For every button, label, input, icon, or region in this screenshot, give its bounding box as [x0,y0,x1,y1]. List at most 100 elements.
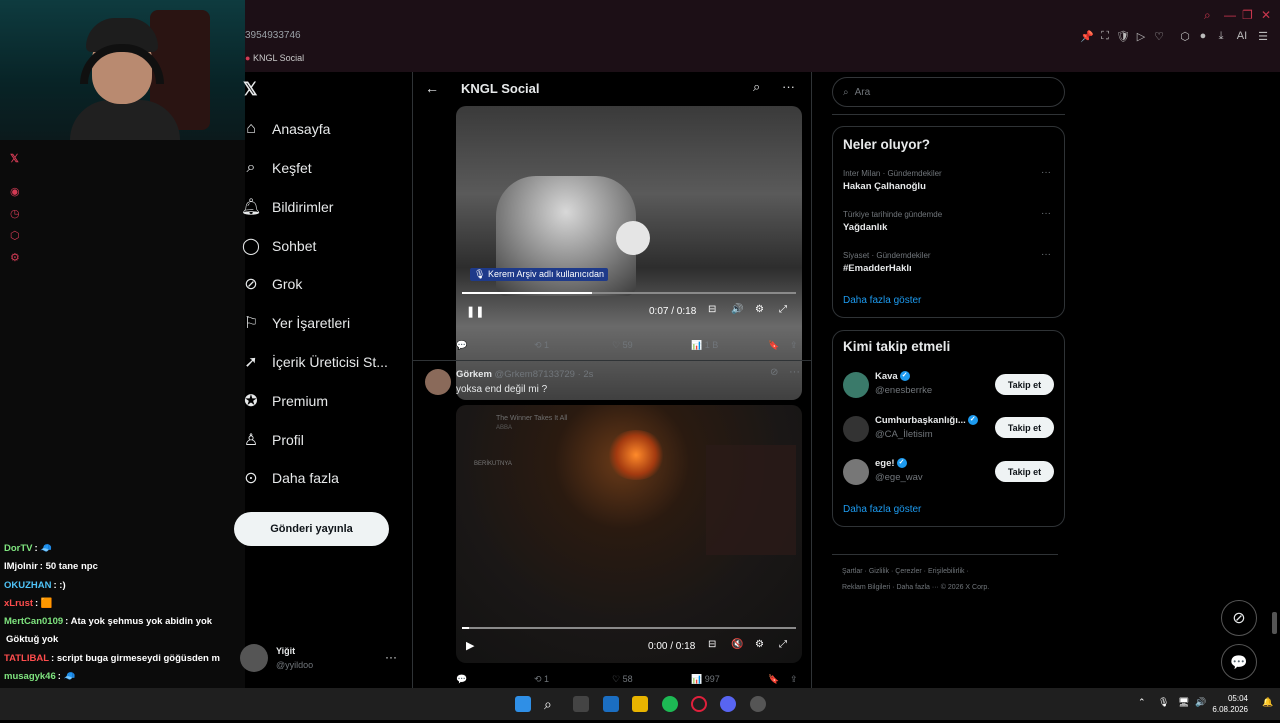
nav-item[interactable]: ⊙ Daha fazla [240,460,410,496]
more-icon[interactable]: ··· [385,650,397,664]
clock[interactable]: 05:04 6.08.2026 [1212,693,1248,715]
post[interactable]: Görkem @Grkem87133729 · 2s yoksa end değ… [413,360,811,688]
extensions-icon[interactable]: ⬡ [1178,30,1192,43]
more-icon[interactable]: ··· [782,79,795,94]
nav-item[interactable]: ⌂ Anasayfa [240,111,410,147]
show-more-link[interactable]: Daha fazla göster [843,295,921,306]
fullscreen-icon[interactable]: ⤢ [779,304,787,315]
x-sidebar-icon[interactable]: 𝕏 [10,152,19,165]
footer-line[interactable]: Şartlar · Gizlilik · Çerezler · Erişileb… [842,564,1062,580]
reply-icon[interactable]: 💬 [456,674,467,685]
back-arrow-icon[interactable]: ← [425,80,439,96]
follow-button[interactable]: Takip et [995,461,1054,482]
nav-item[interactable]: ⌕ Keşfet [240,150,410,186]
nav-item[interactable]: ♙ Profil [240,422,410,458]
fullscreen-icon[interactable]: ⤢ [779,639,787,650]
video-player[interactable]: 🎙 Kerem Arşiv adlı kullanıcıdan ❚❚ 0:07 … [456,106,802,400]
menu-icon[interactable]: ☰ [1256,30,1270,43]
settings-icon[interactable]: ⚙ [755,304,764,315]
search-icon[interactable]: ⌕ [1204,8,1211,23]
post-button[interactable]: Gönderi yayınla [234,512,389,546]
search-icon[interactable]: ⌕ [544,696,560,712]
close-icon[interactable]: ✕ [1261,8,1271,22]
opera-icon[interactable] [691,696,707,712]
spotify-icon[interactable] [662,696,678,712]
share-icon[interactable]: ⇪ [790,674,798,685]
follow-button[interactable]: Takip et [995,374,1054,395]
chat-username[interactable]: xLrust [4,598,33,609]
network-icon[interactable]: 🖥 [1178,697,1189,708]
more-icon[interactable]: ··· [1041,167,1051,178]
restore-icon[interactable]: ❐ [1242,8,1253,22]
settings-icon[interactable]: ⚙ [10,251,20,264]
outlook-icon[interactable] [603,696,619,712]
views-button[interactable]: 📊 1 B [691,340,718,351]
mic-icon[interactable]: 🎙 [1158,697,1169,708]
repost-button[interactable]: ⟲ 1 [534,674,549,685]
avatar[interactable] [843,372,869,398]
grok-fab[interactable]: ⊘ [1221,600,1257,636]
nav-item[interactable]: ➚ İçerik Üreticisi St... [240,344,410,380]
mute-icon[interactable]: 🔇 [731,639,743,650]
chat-username[interactable]: IMjolnir [4,561,38,572]
views-button[interactable]: 📊 997 [691,674,720,685]
volume-icon[interactable]: 🔊 [731,304,743,315]
chat-username[interactable]: MertCan0109 [4,616,63,627]
video-player[interactable]: The Winner Takes It All ABBA BERİKUTNYA … [456,405,802,663]
search-input[interactable]: ⌕ Ara [832,77,1065,107]
x-logo-icon[interactable]: 𝕏 [243,79,258,100]
follow-name[interactable]: Cumhurbaşkanlığı... ✓ [875,415,978,426]
source-tag[interactable]: 🎙 Kerem Arşiv adlı kullanıcıdan [470,268,608,281]
nav-item[interactable]: ⚐ Yer İşaretleri [240,305,410,341]
grok-icon[interactable]: ⊘ [770,367,778,378]
bookmark-icon[interactable]: 🔖 [768,674,779,685]
address-bar[interactable]: 3954933746 [245,30,301,41]
like-button[interactable]: ♡ 58 [612,674,633,685]
chat-username[interactable]: musagyk46 [4,671,56,682]
like-button[interactable]: ♡ 59 [612,340,633,351]
follow-name[interactable]: Kava ✓ [875,371,910,382]
app-icon[interactable] [750,696,766,712]
more-icon[interactable]: ··· [789,366,800,378]
start-icon[interactable] [515,696,531,712]
pause-icon[interactable]: ❚❚ [466,305,484,318]
browser-tab[interactable]: ● KNGL Social [245,53,304,63]
nav-item[interactable]: 🔔︎ Bildirimler [240,189,410,225]
chat-username[interactable]: OKUZHAN [4,580,52,591]
captions-icon[interactable]: ⊟ [708,639,716,650]
nav-item[interactable]: ⊘ Grok [240,266,410,302]
record-icon[interactable]: ◉ [10,185,20,198]
scrollbar[interactable] [1272,612,1277,634]
trend-title[interactable]: Yağdanlık [843,222,887,233]
extension-icon[interactable]: ⬡ [10,229,20,242]
shield-icon[interactable]: 🛡 [1116,30,1130,43]
chevron-up-icon[interactable]: ⌃ [1138,697,1146,708]
reply-icon[interactable]: 💬 [456,340,467,351]
bookmark-icon[interactable]: 🔖 [768,340,779,351]
minimize-icon[interactable]: — [1224,8,1236,22]
download-icon[interactable]: ⤓ [1214,30,1228,43]
chat-username[interactable]: DorTV [4,543,33,554]
share-icon[interactable]: ⇪ [790,340,798,351]
footer-line[interactable]: Reklam Bilgileri · Daha fazla ··· © 2026… [842,580,1062,596]
screenshot-icon[interactable]: ⛶ [1098,30,1112,43]
history-icon[interactable]: ◷ [10,207,20,220]
footer-links[interactable]: Şartlar · Gizlilik · Çerezler · Erişileb… [842,564,1062,596]
more-icon[interactable]: ··· [1041,249,1051,260]
play-icon[interactable]: ▶ [466,639,474,652]
follow-name[interactable]: ege! ✓ [875,458,907,469]
discord-icon[interactable] [720,696,736,712]
chat-username[interactable]: TATLIBAL [4,653,49,664]
settings-icon[interactable]: ⚙ [755,639,764,650]
heart-icon[interactable]: ♡ [1152,30,1166,43]
follow-button[interactable]: Takip et [995,417,1054,438]
ai-button[interactable]: AI [1232,30,1252,42]
captions-icon[interactable]: ⊟ [708,304,716,315]
search-icon[interactable]: ⌕ [753,79,760,95]
notification-icon[interactable]: 🔔 [1262,697,1273,708]
pin-icon[interactable]: 📌 [1080,30,1094,43]
repost-button[interactable]: ⟲ 1 [534,340,549,351]
store-icon[interactable] [573,696,589,712]
avatar[interactable] [843,416,869,442]
play-icon[interactable]: ▷ [1134,30,1148,43]
